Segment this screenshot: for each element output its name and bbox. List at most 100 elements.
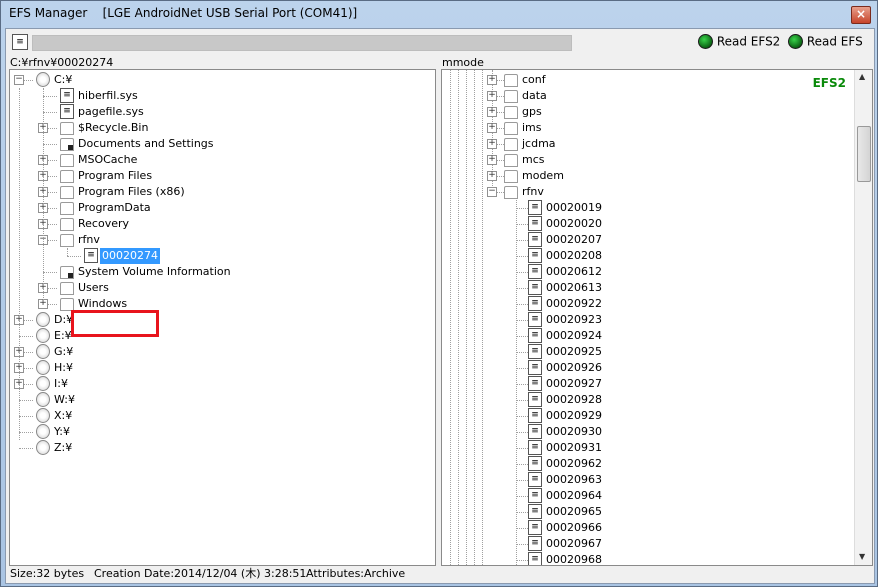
tree-item-label: 00020207 — [546, 233, 602, 246]
tree-item[interactable]: ≡ 00020208 — [442, 248, 852, 264]
file-icon: ≡ — [528, 328, 542, 343]
file-icon: ≡ — [528, 552, 542, 565]
read-efs2-button[interactable]: Read EFS2 — [698, 34, 780, 49]
tree-item-label: $Recycle.Bin — [78, 121, 149, 134]
tree-item[interactable]: ≡ 00020968 — [442, 552, 852, 565]
tree-item[interactable]: + Users — [10, 280, 430, 296]
tree-item[interactable]: ≡ 00020965 — [442, 504, 852, 520]
tree-item[interactable]: ≡ 00020926 — [442, 360, 852, 376]
tree-item-label: 00020962 — [546, 457, 602, 470]
tree-item-label: 00020019 — [546, 201, 602, 214]
tree-item[interactable]: ≡ 00020207 — [442, 232, 852, 248]
tree-item[interactable]: ≡ 00020927 — [442, 376, 852, 392]
tree-item[interactable]: − rfnv — [10, 232, 430, 248]
scroll-up-icon[interactable]: ▲ — [859, 72, 865, 81]
tree-connector — [516, 208, 528, 209]
tree-connector — [516, 240, 528, 241]
tree-item[interactable]: ≡ 00020928 — [442, 392, 852, 408]
tree-item[interactable]: ≡ 00020922 — [442, 296, 852, 312]
scroll-thumb[interactable] — [857, 126, 871, 182]
tree-item-label: C:¥ — [54, 73, 73, 86]
tree-item[interactable]: Documents and Settings — [10, 136, 430, 152]
folder-icon — [504, 154, 518, 167]
tree-item[interactable]: + $Recycle.Bin — [10, 120, 430, 136]
tree-item[interactable]: + Program Files — [10, 168, 430, 184]
tree-item[interactable]: ≡ 00020923 — [442, 312, 852, 328]
tree-item[interactable]: X:¥ — [10, 408, 430, 424]
tree-item[interactable]: + mcs — [442, 152, 852, 168]
tree-item[interactable]: ≡ 00020613 — [442, 280, 852, 296]
tree-connector — [43, 88, 44, 304]
tree-item[interactable]: + G:¥ — [10, 344, 430, 360]
expand-icon[interactable]: + — [487, 123, 497, 133]
tree-item[interactable]: ≡ pagefile.sys — [10, 104, 430, 120]
tree-item[interactable]: − rfnv — [442, 184, 852, 200]
tree-item-label: modem — [522, 169, 564, 182]
vertical-scrollbar[interactable]: ▲ ▼ — [854, 70, 872, 565]
collapse-icon[interactable]: − — [14, 75, 24, 85]
expand-icon[interactable]: + — [487, 91, 497, 101]
file-icon: ≡ — [528, 520, 542, 535]
tree-item[interactable]: ≡ 00020963 — [442, 472, 852, 488]
tree-item[interactable]: ≡ 00020962 — [442, 456, 852, 472]
expand-icon[interactable]: + — [487, 107, 497, 117]
tree-item[interactable]: ≡ 00020924 — [442, 328, 852, 344]
tree-item[interactable]: ≡ 00020274 — [10, 248, 430, 264]
expand-icon[interactable]: + — [487, 75, 497, 85]
tree-item[interactable]: + ProgramData — [10, 200, 430, 216]
tree-connector — [19, 400, 33, 401]
tree-item[interactable]: + Program Files (x86) — [10, 184, 430, 200]
tree-item[interactable]: ≡ 00020964 — [442, 488, 852, 504]
tree-item[interactable]: ≡ 00020929 — [442, 408, 852, 424]
tree-item[interactable]: W:¥ — [10, 392, 430, 408]
tree-item[interactable]: + ims — [442, 120, 852, 136]
scroll-down-icon[interactable]: ▼ — [859, 552, 865, 561]
expand-icon[interactable]: + — [487, 155, 497, 165]
tree-item[interactable]: ≡ 00020930 — [442, 424, 852, 440]
tree-item[interactable]: ≡ 00020931 — [442, 440, 852, 456]
selected-item-label: 00020274 — [100, 248, 160, 264]
tree-item[interactable]: Y:¥ — [10, 424, 430, 440]
tree-connector — [19, 448, 33, 449]
tree-item[interactable]: ≡ 00020925 — [442, 344, 852, 360]
tree-item[interactable]: ≡ 00020966 — [442, 520, 852, 536]
lock-icon — [68, 145, 73, 150]
tree-item[interactable]: Z:¥ — [10, 440, 430, 456]
file-icon: ≡ — [528, 232, 542, 247]
tree-item[interactable]: System Volume Information — [10, 264, 430, 280]
progress-bar — [32, 35, 572, 51]
tree-connector — [516, 560, 528, 561]
tree-item[interactable]: + gps — [442, 104, 852, 120]
tree-item[interactable]: ≡ 00020020 — [442, 216, 852, 232]
tree-item[interactable]: + data — [442, 88, 852, 104]
save-icon[interactable]: ≡ — [12, 34, 28, 50]
tree-item[interactable]: ≡ hiberfil.sys — [10, 88, 430, 104]
tree-item[interactable]: − C:¥ — [10, 72, 430, 88]
tree-item[interactable]: + H:¥ — [10, 360, 430, 376]
efs-tree-view[interactable]: EFS2 ▲ ▼ + conf + data + gps + ims + jcdma + mcs + mo… — [441, 69, 873, 566]
folder-icon — [504, 138, 518, 151]
tree-item[interactable]: + MSOCache — [10, 152, 430, 168]
folder-icon — [60, 218, 74, 231]
expand-icon[interactable]: + — [487, 171, 497, 181]
tree-item[interactable]: + Recovery — [10, 216, 430, 232]
file-icon: ≡ — [528, 536, 542, 551]
tree-item[interactable]: + jcdma — [442, 136, 852, 152]
tree-item-label: Recovery — [78, 217, 130, 230]
tree-item[interactable]: + conf — [442, 72, 852, 88]
expand-icon[interactable]: + — [487, 139, 497, 149]
tree-item[interactable]: + I:¥ — [10, 376, 430, 392]
tree-connector — [516, 448, 528, 449]
read-efs-button[interactable]: Read EFS — [788, 34, 863, 49]
tree-item[interactable]: ≡ 00020967 — [442, 536, 852, 552]
close-button[interactable]: × — [851, 6, 871, 24]
tree-item[interactable]: + modem — [442, 168, 852, 184]
local-tree-view[interactable]: − C:¥ ≡ hiberfil.sys ≡ pagefile.sys + $Recycle.… — [9, 69, 436, 566]
title-bar[interactable]: EFS Manager [LGE AndroidNet USB Serial P… — [1, 1, 877, 27]
tree-item-label: Program Files — [78, 169, 153, 182]
drive-icon — [36, 72, 50, 87]
tree-item[interactable]: ≡ 00020612 — [442, 264, 852, 280]
collapse-icon[interactable]: − — [487, 187, 497, 197]
tree-item-label: ProgramData — [78, 201, 151, 214]
tree-item[interactable]: ≡ 00020019 — [442, 200, 852, 216]
